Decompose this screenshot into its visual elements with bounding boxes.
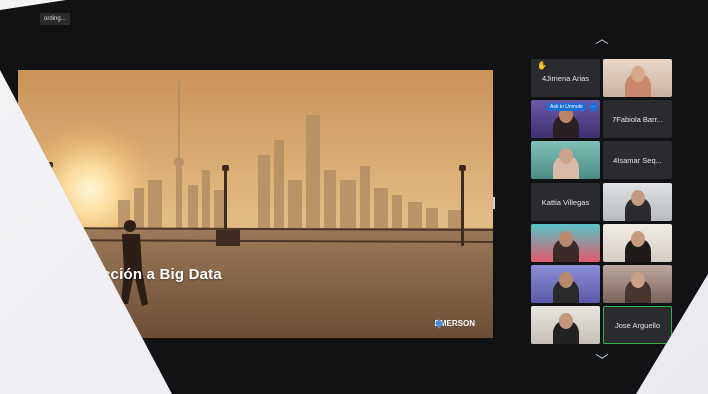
chevron-up-icon[interactable]: ︿ <box>595 32 609 45</box>
chevron-down-icon[interactable]: ﹀ <box>595 354 609 367</box>
participant-tile[interactable]: 7Fabiola Barr... <box>603 100 672 138</box>
participant-video-tile[interactable] <box>531 265 600 303</box>
participant-video-tile[interactable] <box>531 306 600 344</box>
participant-tile[interactable]: Kattia Villegas <box>531 183 600 221</box>
recording-indicator: ording... <box>40 13 70 25</box>
participant-name: 4Jimena Arias <box>541 73 590 83</box>
participant-video-tile[interactable]: Ask to Unmute ··· <box>531 100 600 138</box>
recording-label: ording... <box>44 16 66 22</box>
slide-title: cción a Big Data <box>102 266 222 283</box>
panel-resize-handle[interactable] <box>493 197 495 209</box>
emerson-logo: EMERSON <box>434 319 475 329</box>
emerson-logo-mark-icon <box>434 319 443 329</box>
participant-tile-active-speaker[interactable]: Jose Arguello <box>603 306 672 344</box>
participant-video-tile[interactable] <box>531 141 600 179</box>
participant-name: Kattia Villegas <box>541 197 590 207</box>
participant-video-tile[interactable] <box>603 59 672 97</box>
participant-video-tile[interactable] <box>531 224 600 262</box>
participant-video-tile[interactable] <box>603 224 672 262</box>
participant-video-tile[interactable] <box>603 183 672 221</box>
participant-name: 7Fabiola Barr... <box>612 114 663 124</box>
participant-name: Jose Arguello <box>614 320 661 330</box>
participant-name: 4Isamar Seq... <box>613 155 662 165</box>
participant-tile[interactable]: ✋ 4Jimena Arias <box>531 59 600 97</box>
participant-video-tile[interactable] <box>603 265 672 303</box>
participant-tile[interactable]: 4Isamar Seq... <box>603 141 672 179</box>
ask-to-unmute-button[interactable]: Ask to Unmute <box>547 103 586 111</box>
more-options-button[interactable]: ··· <box>590 103 597 111</box>
